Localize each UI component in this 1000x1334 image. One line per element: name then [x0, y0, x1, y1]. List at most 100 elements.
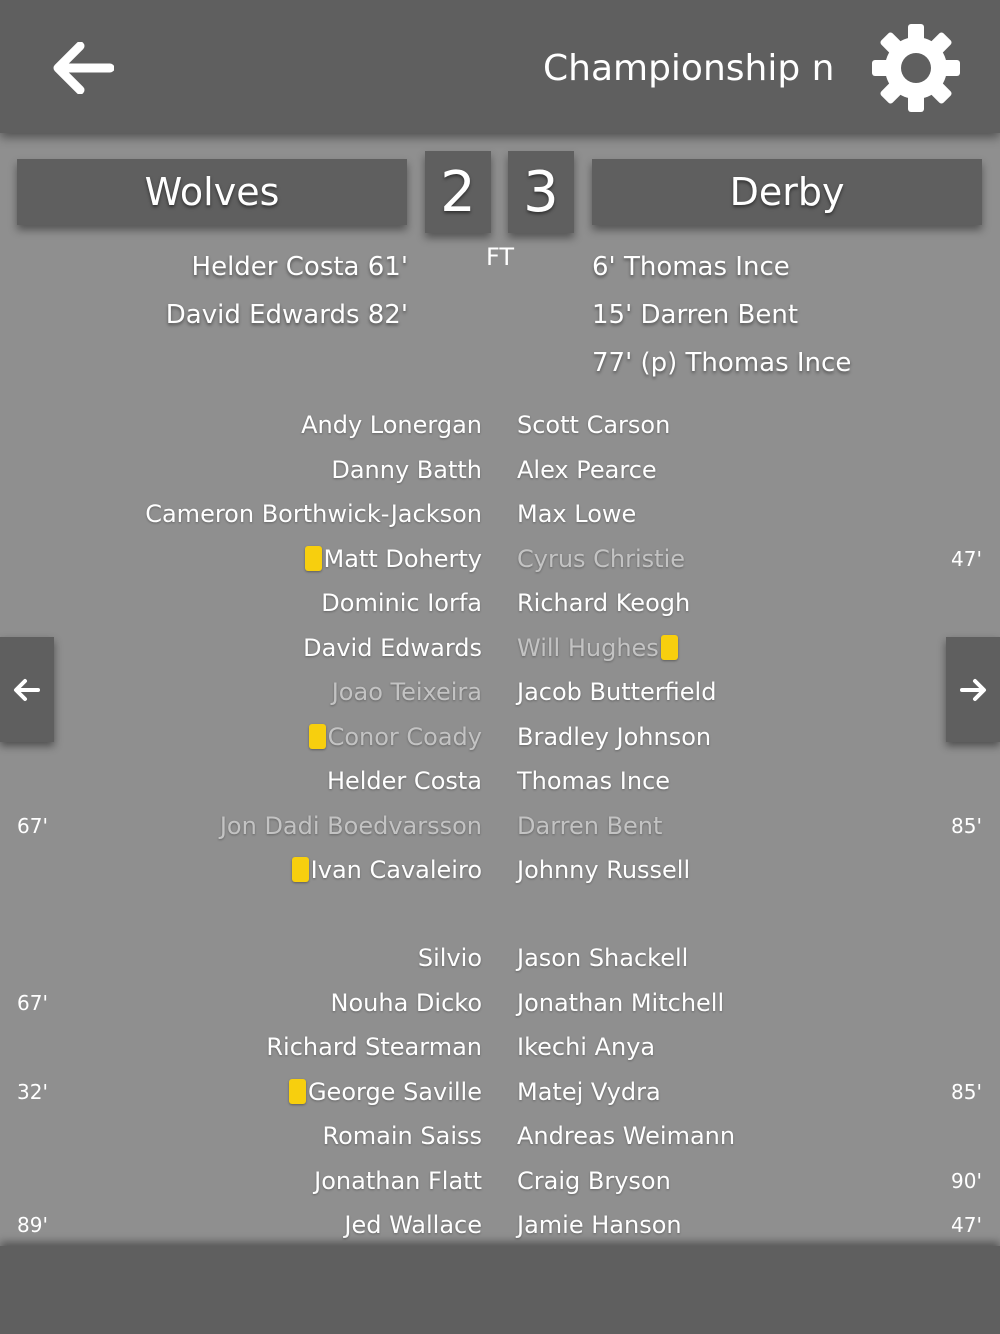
player-name: Joao Teixeira	[331, 678, 482, 706]
arrow-left-icon	[14, 678, 40, 701]
home-player: Nouha Dicko	[331, 987, 482, 1019]
player-name: Johnny Russell	[517, 856, 691, 884]
away-player: Jamie Hanson	[517, 1209, 682, 1241]
yellow-card-icon	[308, 724, 326, 749]
home-player: Romain Saiss	[323, 1120, 483, 1152]
player-name: Bradley Johnson	[517, 723, 712, 751]
player-name: Dominic Iorfa	[321, 589, 482, 617]
away-goal: 77' (p) Thomas Ince	[592, 348, 852, 378]
arrow-right-icon	[960, 678, 986, 701]
substitution-minute: 89'	[17, 1213, 48, 1237]
away-player: Jonathan Mitchell	[517, 987, 724, 1019]
player-name: Silvio	[417, 944, 482, 972]
substitution-minute: 47'	[951, 547, 982, 571]
away-score: 3	[508, 151, 574, 233]
home-player: Jed Wallace	[344, 1209, 482, 1241]
home-player: Conor Coady	[307, 721, 482, 753]
home-player: Richard Stearman	[266, 1031, 482, 1063]
home-player: Jon Dadi Boedvarsson	[220, 810, 482, 842]
gear-icon	[872, 24, 960, 112]
away-player: Johnny Russell	[517, 854, 690, 886]
top-bar: Championship news	[0, 0, 1000, 133]
home-team: Wolves	[17, 159, 407, 225]
away-player: Cyrus Christie	[517, 543, 685, 575]
away-goal: 6' Thomas Ince	[592, 252, 790, 282]
yellow-card-icon	[288, 1079, 306, 1104]
player-name: George Saville	[307, 1078, 482, 1106]
player-name: Jonathan Flatt	[314, 1167, 482, 1195]
player-name: Jason Shackell	[517, 944, 689, 972]
player-name: Cameron Borthwick-Jackson	[145, 500, 482, 528]
away-player: Jason Shackell	[517, 942, 688, 974]
away-player: Will Hughes	[517, 632, 680, 664]
home-player: George Saville	[287, 1076, 482, 1108]
player-name: Alex Pearce	[517, 456, 657, 484]
substitution-minute: 85'	[951, 814, 982, 838]
player-name: Matej Vydra	[517, 1078, 661, 1106]
away-player: Scott Carson	[517, 409, 670, 441]
player-name: Richard Stearman	[266, 1033, 482, 1061]
away-player: Craig Bryson	[517, 1165, 671, 1197]
home-player: Ivan Cavaleiro	[290, 854, 482, 886]
previous-match-button[interactable]	[0, 637, 54, 742]
player-name: Craig Bryson	[517, 1167, 671, 1195]
away-player: Darren Bent	[517, 810, 662, 842]
away-team: Derby	[592, 159, 982, 225]
away-player: Jacob Butterfield	[517, 676, 716, 708]
player-name: Thomas Ince	[517, 767, 671, 795]
player-name: Conor Coady	[327, 723, 482, 751]
player-name: Richard Keogh	[517, 589, 691, 617]
player-name: Will Hughes	[517, 634, 659, 662]
home-player: Silvio	[418, 942, 482, 974]
arrow-left-icon	[53, 42, 114, 94]
player-name: Jed Wallace	[344, 1211, 482, 1239]
away-player: Richard Keogh	[517, 587, 690, 619]
next-match-button[interactable]	[946, 637, 1000, 742]
home-player: David Edwards	[303, 632, 482, 664]
away-goal: 15' Darren Bent	[592, 300, 799, 330]
player-name: Scott Carson	[517, 411, 671, 439]
substitution-minute: 67'	[17, 814, 48, 838]
home-goal: Helder Costa 61'	[191, 252, 408, 282]
home-player: Cameron Borthwick-Jackson	[145, 498, 482, 530]
player-name: Jon Dadi Boedvarsson	[219, 812, 482, 840]
away-player: Ikechi Anya	[517, 1031, 655, 1063]
page-title: Championship news	[543, 44, 833, 94]
home-player: Dominic Iorfa	[321, 587, 482, 619]
yellow-card-icon	[660, 635, 678, 660]
player-name: Danny Batth	[331, 456, 482, 484]
home-goal: David Edwards 82'	[165, 300, 408, 330]
substitution-minute: 67'	[17, 991, 48, 1015]
home-player: Andy Lonergan	[301, 409, 482, 441]
yellow-card-icon	[304, 546, 322, 571]
player-name: Matt Doherty	[323, 545, 482, 573]
home-score: 2	[425, 151, 491, 233]
bottom-bar	[0, 1246, 1000, 1334]
player-name: Ivan Cavaleiro	[310, 856, 482, 884]
player-name: Cyrus Christie	[517, 545, 686, 573]
player-name: Romain Saiss	[322, 1122, 483, 1150]
settings-button[interactable]	[870, 22, 962, 114]
home-player: Jonathan Flatt	[314, 1165, 482, 1197]
away-player: Thomas Ince	[517, 765, 670, 797]
player-name: Jacob Butterfield	[517, 678, 717, 706]
player-name: Darren Bent	[517, 812, 663, 840]
home-player: Joao Teixeira	[332, 676, 482, 708]
page-title-text: Championship news	[543, 48, 833, 89]
player-name: Jamie Hanson	[517, 1211, 682, 1239]
match-status: FT	[485, 243, 515, 271]
player-name: Andreas Weimann	[517, 1122, 736, 1150]
substitution-minute: 85'	[951, 1080, 982, 1104]
substitution-minute: 32'	[17, 1080, 48, 1104]
back-button[interactable]	[50, 38, 116, 98]
substitution-minute: 90'	[951, 1169, 982, 1193]
player-name: Nouha Dicko	[330, 989, 482, 1017]
home-player: Matt Doherty	[303, 543, 482, 575]
player-name: Andy Lonergan	[301, 411, 482, 439]
player-name: Ikechi Anya	[517, 1033, 656, 1061]
home-player: Danny Batth	[331, 454, 482, 486]
away-player: Matej Vydra	[517, 1076, 661, 1108]
away-player: Alex Pearce	[517, 454, 657, 486]
player-name: Max Lowe	[517, 500, 637, 528]
away-player: Andreas Weimann	[517, 1120, 735, 1152]
